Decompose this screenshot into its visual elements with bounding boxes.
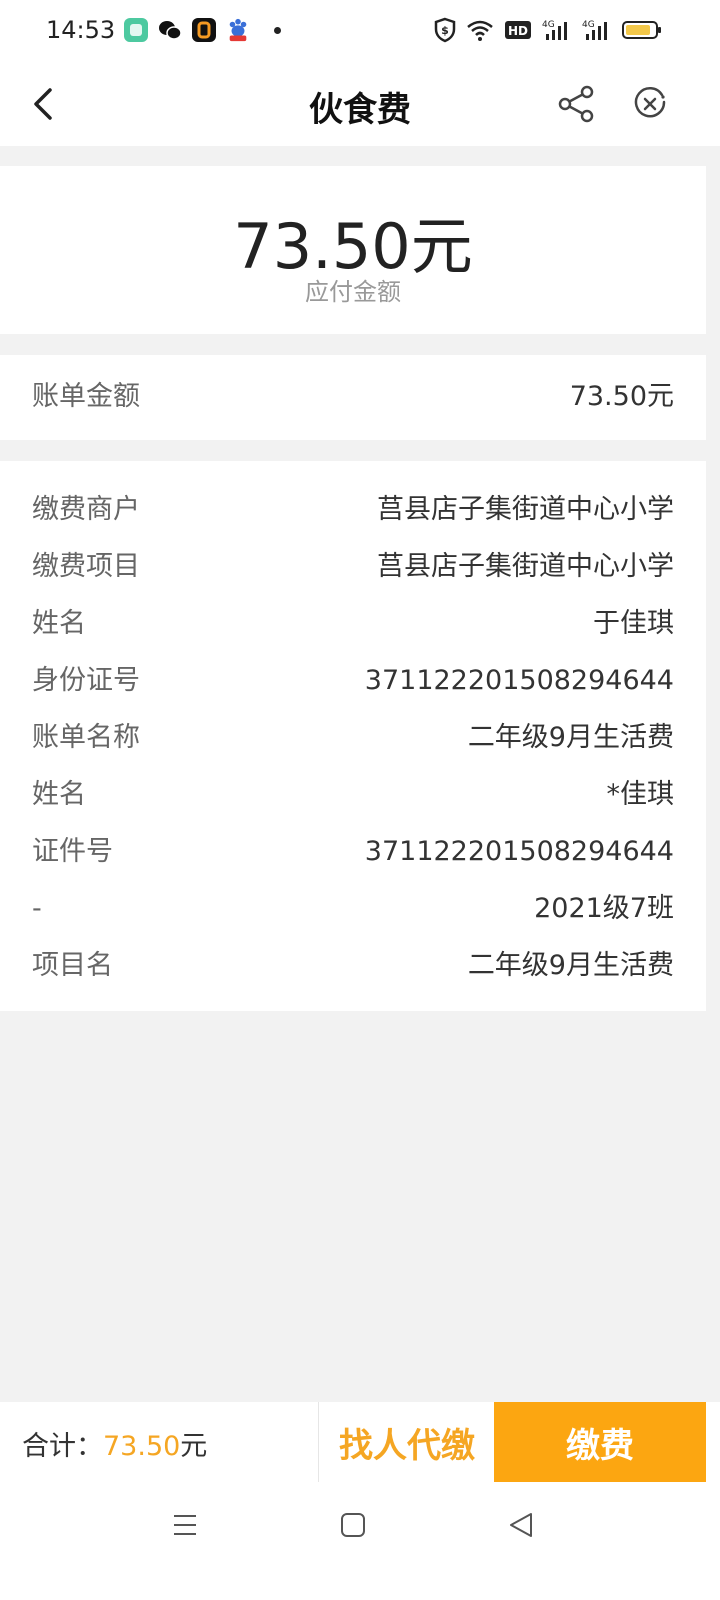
app-o-icon (192, 18, 216, 42)
total-label: 合计： (22, 1431, 103, 1462)
detail-row-item-name: 项目名 二年级9月生活费 (32, 947, 674, 985)
detail-value: 二年级9月生活费 (467, 950, 674, 981)
bill-amount-value: 73.50元 (569, 381, 674, 412)
detail-label: - (32, 893, 42, 924)
detail-label: 姓名 (32, 608, 86, 639)
pay-button[interactable]: 缴费 (494, 1402, 706, 1482)
total-summary: 合计：73.50元 (22, 1424, 207, 1463)
detail-value: 371122201508294644 (364, 665, 674, 696)
back-triangle-icon[interactable] (506, 1510, 536, 1540)
svg-text:4G: 4G (582, 20, 595, 30)
shield-icon: $ (434, 17, 456, 43)
detail-value: 二年级9月生活费 (467, 722, 674, 753)
bottom-action-bar: 合计：73.50元 找人代缴 缴费 (0, 1402, 720, 1482)
ask-someone-to-pay-button[interactable]: 找人代缴 (318, 1402, 495, 1482)
detail-value: 于佳琪 (593, 608, 674, 639)
detail-value: 2021级7班 (534, 893, 674, 924)
detail-value: *佳琪 (606, 779, 675, 810)
detail-row-merchant: 缴费商户 莒县店子集街道中心小学 (32, 491, 674, 529)
system-navigation-bar (0, 1482, 720, 1600)
wechat-icon (158, 18, 182, 42)
more-notifications-dot (274, 26, 281, 34)
detail-label: 缴费项目 (32, 551, 140, 582)
hd-icon: HD (505, 21, 531, 39)
app-notification-icon (124, 18, 148, 42)
amount-due-label: 应付金额 (305, 278, 401, 306)
status-time: 14:53 (46, 16, 116, 44)
detail-label: 项目名 (32, 950, 113, 981)
detail-row-class: - 2021级7班 (32, 890, 674, 928)
amount-due-card: 73.50元 应付金额 (0, 166, 706, 334)
baidu-icon (226, 18, 250, 42)
home-icon[interactable] (338, 1510, 368, 1540)
detail-value: 莒县店子集街道中心小学 (377, 494, 674, 525)
svg-text:HD: HD (508, 24, 528, 38)
detail-value: 371122201508294644 (364, 836, 674, 867)
bill-amount-card: 账单金额 73.50元 (0, 355, 706, 440)
detail-row-project: 缴费项目 莒县店子集街道中心小学 (32, 548, 674, 586)
status-bar: 14:53 $ HD 4G 4G (0, 0, 720, 64)
battery-icon (622, 21, 661, 39)
detail-label: 证件号 (32, 836, 113, 867)
detail-label: 缴费商户 (32, 494, 140, 525)
signal-4g-2-icon: 4G (582, 20, 607, 40)
wifi-icon (467, 20, 493, 41)
detail-label: 账单名称 (32, 722, 140, 753)
notification-icons (124, 18, 281, 42)
bill-amount-label: 账单金额 (32, 381, 140, 412)
total-amount: 73.50 (103, 1431, 181, 1462)
detail-row-id-number: 身份证号 371122201508294644 (32, 662, 674, 700)
bill-amount-row: 账单金额 73.50元 (32, 378, 674, 416)
detail-row-name-masked: 姓名 *佳琪 (32, 776, 674, 814)
signal-4g-icon: 4G (542, 20, 567, 40)
menu-icon[interactable] (170, 1510, 200, 1540)
navigation-bar: 伙食费 (0, 64, 720, 146)
detail-row-name: 姓名 于佳琪 (32, 605, 674, 643)
total-unit: 元 (180, 1431, 208, 1462)
detail-row-certificate-number: 证件号 371122201508294644 (32, 833, 674, 871)
detail-label: 姓名 (32, 779, 86, 810)
detail-label: 身份证号 (32, 665, 140, 696)
system-status-icons: $ HD 4G 4G (434, 17, 662, 43)
detail-row-bill-name: 账单名称 二年级9月生活费 (32, 719, 674, 757)
page-title: 伙食费 (309, 90, 411, 130)
svg-text:4G: 4G (542, 20, 555, 30)
close-miniprogram-icon[interactable] (632, 86, 668, 122)
payment-details-card: 缴费商户 莒县店子集街道中心小学 缴费项目 莒县店子集街道中心小学 姓名 于佳琪… (0, 461, 706, 1011)
share-icon[interactable] (556, 84, 596, 124)
svg-text:$: $ (441, 24, 449, 37)
detail-value: 莒县店子集街道中心小学 (377, 551, 674, 582)
